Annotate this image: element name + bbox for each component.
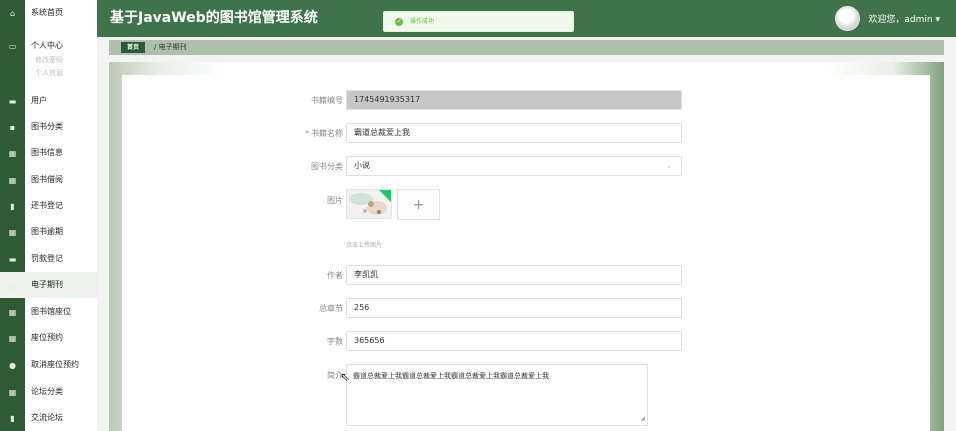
breadcrumb: 首页 / 电子期刊: [109, 40, 944, 55]
intro-textarea[interactable]: 霸道总裁爱上我霸道总裁爱上我霸道总裁爱上我霸道总裁爱上我 ◢: [346, 364, 648, 426]
sidebar-item-label: 系统首页: [31, 8, 63, 17]
upload-hint: 点击上传图片: [346, 242, 383, 249]
user-card-icon: ▭: [8, 41, 17, 51]
success-toast: ✓ 操作成功: [383, 11, 574, 32]
category-value: 小说: [354, 161, 370, 170]
book-name-label: * 书籍名称: [13, 128, 343, 139]
upload-success-corner: [379, 190, 391, 202]
category-label: 图书分类: [311, 162, 343, 171]
author-field[interactable]: 李凯凯: [346, 265, 682, 285]
user-menu[interactable]: 欢迎您，admin ▾: [835, 5, 940, 31]
sidebar-item-fine-register[interactable]: ▬ 罚款登记: [0, 246, 97, 272]
sidebar-item-home[interactable]: ⌂ 系统首页: [0, 0, 97, 26]
uploaded-image-thumbnail[interactable]: [346, 189, 392, 219]
chapters-field[interactable]: 256: [346, 298, 682, 318]
sidebar-item-forum-category[interactable]: ▦ 论坛分类: [0, 379, 97, 405]
image-label: 图片: [327, 196, 343, 205]
top-header: 基于JavaWeb的图书馆管理系统 ✓ 操作成功 欢迎您，admin ▾: [97, 0, 956, 37]
book-name-field[interactable]: 霸道总裁爱上我: [346, 123, 682, 143]
mouse-pointer-icon: ⇖: [340, 370, 351, 384]
success-check-icon: ✓: [395, 18, 403, 26]
intro-value: 霸道总裁爱上我霸道总裁爱上我霸道总裁爱上我霸道总裁爱上我: [353, 372, 549, 380]
intro-label: 简介: [327, 371, 343, 380]
words-value: 365656: [354, 336, 385, 345]
breadcrumb-current: / 电子期刊: [154, 43, 187, 51]
book-name-label-text: 书籍名称: [311, 129, 343, 138]
sidebar-item-forum[interactable]: ▮ 交流论坛: [0, 405, 97, 431]
book-name-value: 霸道总裁爱上我: [354, 128, 410, 137]
resize-handle-icon[interactable]: ◢: [640, 414, 645, 424]
book-no-field: 1745491935317: [346, 90, 682, 110]
category-select[interactable]: 小说 ⌄: [346, 156, 682, 176]
sidebar-subitem-personal-info[interactable]: 个人信息: [35, 68, 63, 78]
avatar[interactable]: [835, 5, 861, 31]
doc-icon: ▮: [10, 413, 15, 423]
sidebar-item-book-overdue[interactable]: ▦ 图书逾期: [0, 219, 97, 245]
author-label: 作者: [327, 271, 343, 280]
toast-message: 操作成功: [410, 18, 435, 25]
plus-icon: +: [412, 196, 425, 213]
welcome-text[interactable]: 欢迎您，admin ▾: [868, 12, 940, 25]
chapters-label: 总章节: [319, 304, 343, 313]
required-mark: *: [305, 129, 309, 138]
book-no-value: 1745491935317: [354, 95, 421, 104]
chevron-down-icon: ⌄: [666, 162, 672, 170]
money-icon: ▬: [8, 254, 17, 264]
author-value: 李凯凯: [354, 270, 378, 279]
app-title: 基于JavaWeb的图书馆管理系统: [110, 10, 318, 26]
sidebar-subitem-change-password[interactable]: 修改密码: [35, 55, 63, 65]
sidebar-item-label: 交流论坛: [31, 413, 63, 422]
sidebar-item-label: 论坛分类: [31, 387, 63, 396]
sidebar-item-label: 图书逾期: [31, 227, 63, 236]
upload-image-button[interactable]: +: [397, 189, 440, 220]
words-field[interactable]: 365656: [346, 331, 682, 351]
words-label: 字数: [327, 337, 343, 346]
sidebar-item-label: 罚款登记: [31, 254, 63, 263]
sidebar: ⌂ 系统首页 ▭ 个人中心 修改密码 个人信息 ▬ 用户 ▪ 图书分类 ▦ 图书…: [0, 0, 97, 431]
grid-icon: ▦: [8, 227, 17, 237]
grid-icon: ▦: [8, 387, 17, 397]
chapters-value: 256: [354, 303, 370, 312]
app-root: ⌂ 系统首页 ▭ 个人中心 修改密码 个人信息 ▬ 用户 ▪ 图书分类 ▦ 图书…: [0, 0, 956, 431]
book-no-label: 书籍编号: [311, 96, 343, 105]
home-icon: ⌂: [9, 8, 16, 18]
breadcrumb-home[interactable]: 首页: [121, 42, 146, 53]
